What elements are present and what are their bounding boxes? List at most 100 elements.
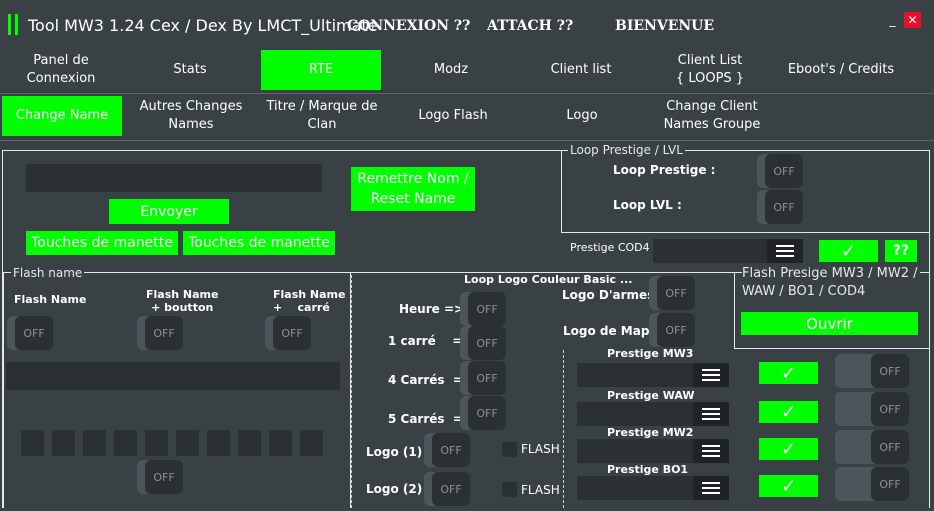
tab-eboots-credits[interactable]: Eboot's / Credits	[785, 50, 897, 90]
pad-buttons-2[interactable]: Touches de manette	[183, 231, 335, 255]
flash-name-square-toggle[interactable]: OFF	[265, 316, 311, 350]
toggle-knob: OFF	[871, 392, 909, 426]
heure-toggle[interactable]: OFF	[460, 292, 506, 326]
logo1-flash-label: FLASH	[521, 442, 560, 456]
logo2-flash-checkbox[interactable]	[502, 482, 517, 497]
prestige-mw3-select[interactable]	[577, 363, 729, 387]
send-button[interactable]: Envoyer	[109, 199, 229, 224]
app-logo-icon-bar	[15, 14, 18, 35]
color-square-1[interactable]	[21, 430, 44, 456]
toggle-knob: OFF	[468, 326, 506, 360]
prestige-mw3-apply[interactable]: ✓	[759, 362, 818, 384]
subtab-change-client-names-groupe[interactable]: Change Client Names Groupe	[656, 98, 768, 134]
cod4-apply-button[interactable]: ✓	[819, 240, 878, 262]
prestige-mw2-select[interactable]	[577, 439, 729, 463]
un-carre-toggle[interactable]: OFF	[460, 326, 506, 360]
prestige-mw2-apply[interactable]: ✓	[759, 438, 818, 460]
loop-prestige-label: Loop Prestige :	[613, 163, 716, 177]
flash-name-col2: Flash Name + boutton	[146, 288, 219, 314]
color-square-10[interactable]	[300, 430, 323, 456]
logo-map-toggle[interactable]: OFF	[649, 313, 695, 347]
tab-modz[interactable]: Modz	[398, 50, 504, 90]
cinq-carres-toggle[interactable]: OFF	[460, 396, 506, 430]
toggle-knob: OFF	[468, 361, 506, 395]
color-square-4[interactable]	[114, 430, 137, 456]
close-button[interactable]: ✕	[904, 12, 921, 28]
prestige-bo1-toggle[interactable]: OFF	[835, 467, 909, 501]
tab-panel-connexion[interactable]: Panel de Connexion	[8, 50, 114, 90]
loop-lvl-toggle[interactable]: OFF	[757, 190, 803, 224]
heure-label: Heure =>	[399, 302, 465, 316]
cod4-help-button[interactable]: ??	[885, 240, 917, 262]
subtab-autres-changes-names[interactable]: Autres Changes Names	[138, 98, 244, 134]
toggle-knob: OFF	[15, 316, 53, 350]
app-logo-icon	[8, 14, 11, 35]
loop-prestige-toggle[interactable]: OFF	[757, 154, 803, 188]
toggle-knob: OFF	[468, 292, 506, 326]
prestige-bo1-select[interactable]	[577, 476, 729, 500]
prestige-bo1-label: Prestige BO1	[607, 463, 689, 476]
logo-armes-toggle[interactable]: OFF	[649, 276, 695, 310]
toggle-knob: OFF	[145, 316, 183, 350]
tab-client-list[interactable]: Client list	[528, 50, 634, 90]
subtab-titre-marque-clan[interactable]: Titre / Marque de Clan	[266, 98, 378, 134]
toggle-knob: OFF	[871, 430, 909, 464]
app-title: Tool MW3 1.24 Cex / Dex By LMCT_Ultimate	[28, 16, 378, 35]
flash-name-title: Flash name	[11, 266, 85, 280]
subtab-logo-flash[interactable]: Logo Flash	[400, 98, 506, 134]
prestige-mw3-label: Prestige MW3	[607, 347, 694, 360]
logo1-toggle[interactable]: OFF	[424, 433, 470, 467]
color-square-2[interactable]	[52, 430, 75, 456]
loop-prestige-title: Loop Prestige / LVL	[568, 143, 685, 157]
pad-buttons-1[interactable]: Touches de manette	[26, 231, 178, 255]
toggle-knob: OFF	[657, 276, 695, 310]
logo1-flash-checkbox[interactable]	[502, 442, 517, 457]
prestige-waw-toggle[interactable]: OFF	[835, 392, 909, 426]
flash-color-toggle[interactable]: OFF	[137, 460, 183, 494]
prestige-mw2-toggle[interactable]: OFF	[835, 430, 909, 464]
toggle-knob: OFF	[657, 313, 695, 347]
toggle-knob: OFF	[871, 467, 909, 501]
color-square-3[interactable]	[83, 430, 106, 456]
prestige-waw-label: Prestige WAW	[607, 389, 695, 402]
toggle-knob: OFF	[145, 460, 183, 494]
prestige-cod4-select[interactable]	[653, 239, 803, 263]
loop-logo-divider-left	[351, 275, 352, 508]
flash-name-group-left	[3, 272, 4, 508]
tab-client-list-loops[interactable]: Client List { LOOPS }	[657, 50, 763, 90]
nav-separator	[0, 93, 934, 94]
name-input[interactable]	[26, 164, 322, 192]
subtab-logo[interactable]: Logo	[529, 98, 635, 134]
quatre-carres-toggle[interactable]: OFF	[460, 361, 506, 395]
subtab-change-name[interactable]: Change Name	[2, 96, 122, 136]
flash-name-col3: Flash Name + carré	[273, 288, 346, 314]
flash-name-button-toggle[interactable]: OFF	[137, 316, 183, 350]
color-square-9[interactable]	[269, 430, 292, 456]
open-button[interactable]: Ouvrir	[741, 312, 918, 335]
toggle-knob: OFF	[765, 154, 803, 188]
color-square-5[interactable]	[145, 430, 168, 456]
logo2-toggle[interactable]: OFF	[424, 472, 470, 506]
color-square-6[interactable]	[176, 430, 199, 456]
loop-logo-divider-right	[563, 350, 564, 508]
flash-name-input[interactable]	[6, 362, 340, 390]
prestige-bo1-apply[interactable]: ✓	[759, 475, 818, 497]
prestige-waw-apply[interactable]: ✓	[759, 401, 818, 423]
tab-rte[interactable]: RTE	[261, 50, 381, 90]
menu-icon	[693, 363, 729, 387]
flash-name-col1: Flash Name	[14, 293, 87, 306]
minimize-button[interactable]: _	[884, 12, 901, 28]
reset-name-button[interactable]: Remettre Nom / Reset Name	[351, 167, 475, 211]
prestige-mw3-toggle[interactable]: OFF	[835, 354, 909, 388]
toggle-knob: OFF	[432, 472, 470, 506]
toggle-knob: OFF	[765, 190, 803, 224]
menu-icon	[693, 476, 729, 500]
status-connexion: CONNEXION ??	[347, 18, 471, 34]
color-square-7[interactable]	[207, 430, 230, 456]
prestige-waw-select[interactable]	[577, 402, 729, 426]
flash-name-toggle[interactable]: OFF	[7, 316, 53, 350]
color-square-8[interactable]	[238, 430, 261, 456]
toggle-knob: OFF	[432, 433, 470, 467]
status-welcome: BIENVENUE	[615, 18, 715, 34]
tab-stats[interactable]: Stats	[137, 50, 243, 90]
